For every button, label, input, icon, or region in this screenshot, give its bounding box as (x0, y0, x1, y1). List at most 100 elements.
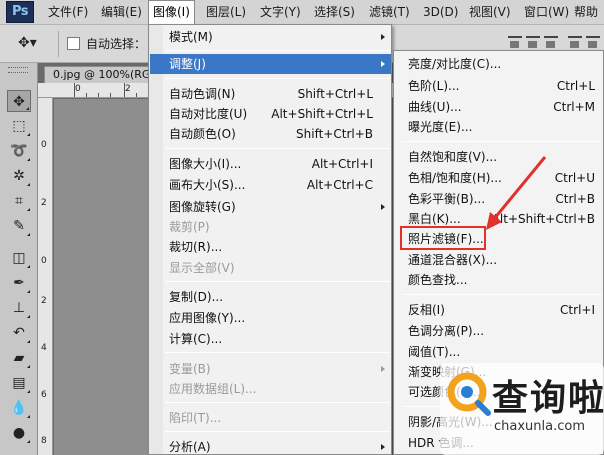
menu-item-trim[interactable]: 裁切(R)... (150, 237, 391, 257)
ruler-label: 0 (75, 84, 81, 94)
quick-select-tool-icon[interactable]: ✲ (7, 165, 31, 187)
submenu-item-channel-mixer[interactable]: 通道混合器(X)... (395, 250, 603, 270)
menu-separator (402, 294, 602, 295)
menu-item-calculations[interactable]: 计算(C)... (150, 329, 391, 349)
menu-item-auto-tone[interactable]: 自动色调(N) Shift+Ctrl+L (150, 84, 391, 104)
menu-separator (165, 431, 390, 432)
align-vcenter-icon[interactable] (526, 36, 540, 50)
menu-select[interactable]: 选择(S) (310, 0, 359, 25)
menu-item-mode[interactable]: 模式(M) (150, 27, 391, 47)
annotation-highlight-box (400, 226, 486, 250)
menu-item-auto-color[interactable]: 自动颜色(O) Shift+Ctrl+B (150, 124, 391, 144)
marquee-tool-icon[interactable]: ⬚ (7, 115, 31, 137)
healing-brush-tool-icon[interactable]: ◫ (7, 247, 31, 269)
menu-separator (165, 148, 390, 149)
menu-separator (165, 281, 390, 282)
options-divider (58, 31, 59, 57)
watermark-text: 查询啦 (492, 378, 604, 419)
eraser-tool-icon[interactable]: ▰ (7, 347, 31, 369)
menu-item-apply-data-set: 应用数据组(L)... (169, 382, 257, 396)
panel-grip-icon[interactable] (8, 67, 28, 73)
align-hcenter-icon[interactable] (586, 36, 600, 50)
menu-item-canvas-size[interactable]: 画布大小(S)... Alt+Ctrl+C (150, 175, 391, 195)
menu-filter[interactable]: 滤镜(T) (365, 0, 414, 25)
history-brush-tool-icon[interactable]: ↶ (7, 322, 31, 344)
menu-separator (165, 402, 390, 403)
dodge-tool-icon[interactable]: ● (7, 422, 31, 444)
auto-select-label: 自动选择： (86, 37, 147, 51)
watermark-magnifier-logo-icon (447, 372, 491, 416)
gradient-tool-icon[interactable]: ▤ (7, 372, 31, 394)
menu-separator (402, 141, 602, 142)
watermark-url: chaxunla.com (494, 419, 585, 434)
menu-item-variables: 变量(B) (150, 359, 391, 379)
submenu-item-posterize[interactable]: 色调分离(P)... (395, 321, 603, 341)
tools-panel: ✥ ⬚ ➰ ✲ ⌗ ✎ ◫ ✒ ⊥ ↶ ▰ ▤ 💧 ● (0, 63, 38, 455)
photoshop-logo-icon: Ps (6, 1, 34, 23)
menu-3d[interactable]: 3D(D) (419, 0, 462, 25)
clone-stamp-tool-icon[interactable]: ⊥ (7, 297, 31, 319)
submenu-item-exposure[interactable]: 曝光度(E)... (395, 117, 603, 137)
document-tab[interactable]: 0.jpg @ 100%(RGB (44, 66, 156, 83)
submenu-item-curves[interactable]: 曲线(U)... Ctrl+M (395, 97, 603, 117)
menu-view[interactable]: 视图(V) (465, 0, 515, 25)
eyedropper-tool-icon[interactable]: ✎ (7, 215, 31, 237)
menu-item-analysis[interactable]: 分析(A) (150, 437, 391, 455)
menu-separator (165, 352, 390, 353)
ruler-label: 2 (41, 198, 47, 208)
ruler-label: 2 (41, 296, 47, 306)
menu-window[interactable]: 窗口(W) (520, 0, 573, 25)
menu-item-apply-image[interactable]: 应用图像(Y)... (150, 308, 391, 328)
submenu-arrow-icon (381, 204, 385, 210)
submenu-item-threshold[interactable]: 阈值(T)... (395, 342, 603, 362)
menu-type[interactable]: 文字(Y) (256, 0, 305, 25)
align-top-icon[interactable] (508, 36, 522, 50)
canvas[interactable] (54, 99, 154, 455)
submenu-arrow-icon (381, 34, 385, 40)
auto-select-checkbox[interactable] (67, 37, 80, 50)
brush-tool-icon[interactable]: ✒ (7, 272, 31, 294)
menu-file[interactable]: 文件(F) (44, 0, 92, 25)
submenu-item-vibrance[interactable]: 自然饱和度(V)... (395, 147, 603, 167)
submenu-item-color-lookup[interactable]: 颜色查找... (395, 270, 603, 290)
menu-item-image-size[interactable]: 图像大小(I)... Alt+Ctrl+I (150, 154, 391, 174)
menu-help[interactable]: 帮助 (570, 0, 602, 25)
menu-layer[interactable]: 图层(L) (202, 0, 250, 25)
submenu-arrow-icon (381, 61, 385, 67)
move-tool-icon[interactable]: ✥ (7, 90, 31, 112)
menu-separator (165, 78, 390, 79)
ruler-label: 0 (41, 140, 47, 150)
image-menu-dropdown: 模式(M) 调整(J) 自动色调(N) Shift+Ctrl+L 自动对比度(U)… (148, 24, 392, 455)
move-tool-preset-icon[interactable]: ✥▾ (18, 35, 37, 51)
lasso-tool-icon[interactable]: ➰ (7, 140, 31, 162)
crop-tool-icon[interactable]: ⌗ (7, 190, 31, 212)
menu-item-auto-contrast[interactable]: 自动对比度(U) Alt+Shift+Ctrl+L (150, 104, 391, 124)
align-bottom-icon[interactable] (544, 36, 558, 50)
submenu-arrow-icon (381, 444, 385, 450)
blur-tool-icon[interactable]: 💧 (7, 397, 31, 419)
menu-item-image-rotation[interactable]: 图像旋转(G) (150, 197, 391, 217)
submenu-item-color-balance[interactable]: 色彩平衡(B)... Ctrl+B (395, 189, 603, 209)
menu-image[interactable]: 图像(I) (148, 0, 195, 25)
menu-item-adjustments[interactable]: 调整(J) (150, 54, 391, 74)
submenu-item-brightness-contrast[interactable]: 亮度/对比度(C)... (395, 54, 603, 74)
ruler-label: 4 (41, 343, 47, 353)
menu-item-duplicate[interactable]: 复制(D)... (150, 287, 391, 307)
watermark: 查询啦 chaxunla.com (440, 363, 604, 455)
ruler-vertical: 0 2 0 2 4 6 8 (38, 98, 53, 455)
menu-item-reveal-all: 显示全部(V) (169, 261, 235, 275)
submenu-item-levels[interactable]: 色阶(L)... Ctrl+L (395, 76, 603, 96)
submenu-arrow-icon (381, 366, 385, 372)
ruler-label: 6 (41, 390, 47, 400)
align-left-icon[interactable] (568, 36, 582, 50)
ruler-label: 8 (41, 436, 47, 446)
ruler-label: 0 (41, 256, 47, 266)
submenu-item-invert[interactable]: 反相(I) Ctrl+I (395, 300, 603, 320)
menu-item-crop: 裁剪(P) (169, 220, 210, 234)
menu-bar: Ps 文件(F) 编辑(E) 图像(I) 图层(L) 文字(Y) 选择(S) 滤… (0, 0, 604, 25)
menu-edit[interactable]: 编辑(E) (97, 0, 146, 25)
ruler-label: 2 (125, 84, 131, 94)
submenu-item-hue-saturation[interactable]: 色相/饱和度(H)... Ctrl+U (395, 168, 603, 188)
menu-separator (165, 50, 390, 51)
menu-item-trap: 陷印(T)... (169, 411, 222, 425)
